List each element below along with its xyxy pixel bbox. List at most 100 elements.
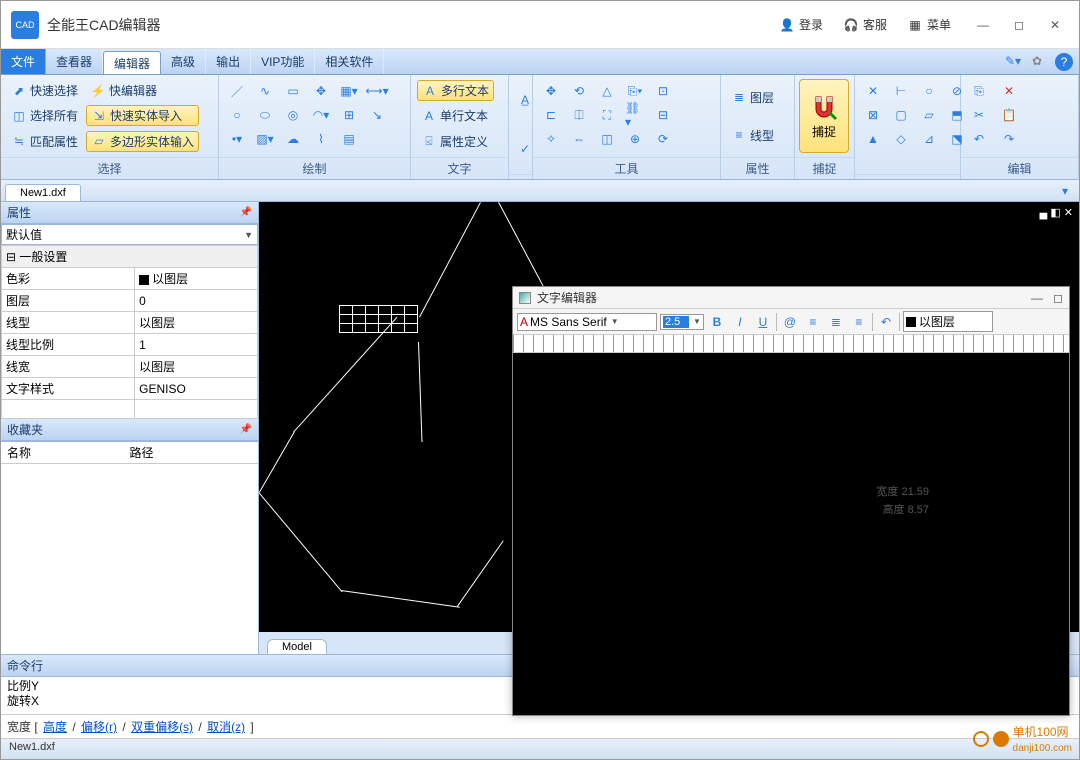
snap-ins-icon[interactable]: ◇: [891, 129, 911, 149]
tool-a-icon[interactable]: A̲: [515, 90, 535, 110]
cmd-prompt[interactable]: 宽度 [ 高度 / 偏移(r) / 双重偏移(s) / 取消(z) ]: [1, 715, 1079, 739]
edit-copy-icon[interactable]: ⎘: [969, 81, 989, 101]
prop-val[interactable]: 0: [135, 290, 258, 312]
tab-related[interactable]: 相关软件: [315, 49, 384, 74]
offset-icon[interactable]: ◫: [597, 129, 617, 149]
ellipse-icon[interactable]: ⬭: [255, 105, 275, 125]
prop-val[interactable]: 1: [135, 334, 258, 356]
prop-val[interactable]: GENISO: [135, 378, 258, 400]
tab-file[interactable]: 文件: [1, 49, 46, 74]
mirror-icon[interactable]: ⎅: [569, 105, 589, 125]
copy-icon[interactable]: ⎘▾: [625, 81, 645, 101]
close-button[interactable]: ✕: [1041, 13, 1069, 37]
snap-par-icon[interactable]: ⊿: [919, 129, 939, 149]
rect-icon[interactable]: ▭: [283, 81, 303, 101]
trim-icon[interactable]: △: [597, 81, 617, 101]
size-input[interactable]: [663, 316, 689, 328]
select-all[interactable]: ◫选择所有: [7, 105, 82, 126]
prop-val[interactable]: 以图层: [135, 268, 258, 290]
align-icon[interactable]: ⊏: [541, 105, 561, 125]
leader-icon[interactable]: ↘: [367, 105, 387, 125]
line-icon[interactable]: ／: [227, 81, 247, 101]
spline-icon[interactable]: ⌇: [311, 129, 331, 149]
menu-button[interactable]: ▦菜单: [897, 12, 961, 37]
at-icon[interactable]: @: [780, 312, 800, 332]
circle-icon[interactable]: ○: [227, 105, 247, 125]
layer-button[interactable]: ≣图层: [727, 87, 778, 108]
cmd-link[interactable]: 双重偏移(s): [131, 720, 193, 734]
layer-color-select[interactable]: 以图层: [903, 311, 993, 332]
italic-icon[interactable]: I: [730, 312, 750, 332]
edit-paste-icon[interactable]: 📋: [999, 105, 1019, 125]
pen-icon[interactable]: ✎▾: [1005, 53, 1021, 69]
viewport-controls[interactable]: ▄ ◧ ✕: [1039, 206, 1073, 219]
explode-icon[interactable]: ✧: [541, 129, 561, 149]
align-center-icon[interactable]: ≣: [826, 312, 846, 332]
move-icon[interactable]: ✥: [311, 81, 331, 101]
pin-icon[interactable]: 📌: [240, 207, 252, 218]
dim-icon[interactable]: ⟷▾: [367, 81, 387, 101]
edit-del-icon[interactable]: ✕: [999, 81, 1019, 101]
te-min-icon[interactable]: —: [1031, 291, 1043, 305]
te-titlebar[interactable]: 文字编辑器 —◻: [513, 287, 1069, 309]
snap-button[interactable]: 捕捉: [799, 79, 849, 153]
snap-int-icon[interactable]: ⊠: [863, 105, 883, 125]
snap-end-icon[interactable]: ✕: [863, 81, 883, 101]
group-icon[interactable]: ⊟: [653, 105, 673, 125]
prop-val[interactable]: 以图层: [135, 312, 258, 334]
bold-icon[interactable]: B: [707, 312, 727, 332]
quick-import[interactable]: ⇲快速实体导入: [86, 105, 199, 126]
align-right-icon[interactable]: ≡: [849, 312, 869, 332]
cloud-icon[interactable]: ☁: [283, 129, 303, 149]
minimize-button[interactable]: —: [969, 13, 997, 37]
size-select[interactable]: ▼: [660, 314, 704, 330]
login-button[interactable]: 👤登录: [769, 12, 833, 37]
cmd-link[interactable]: 偏移(r): [81, 720, 117, 734]
te-ruler[interactable]: [513, 335, 1069, 353]
align-left-icon[interactable]: ≡: [803, 312, 823, 332]
edit-redo-icon[interactable]: ↷: [999, 129, 1019, 149]
quick-select[interactable]: ⬈快速选择: [7, 80, 82, 101]
linetype-button[interactable]: ≡线型: [727, 125, 778, 146]
underline-icon[interactable]: U: [753, 312, 773, 332]
help-button[interactable]: ?: [1055, 53, 1073, 71]
multiline-text[interactable]: A多行文本: [417, 80, 494, 101]
prop-group[interactable]: ⊟ 一般设置: [2, 246, 258, 268]
arc-icon[interactable]: ◠▾: [311, 105, 331, 125]
point-icon[interactable]: •▾: [227, 129, 247, 149]
rotate-icon[interactable]: ⟲: [569, 81, 589, 101]
model-tab[interactable]: Model: [267, 639, 327, 654]
scale-icon[interactable]: ⛶: [597, 105, 617, 125]
polygon-input[interactable]: ▱多边形实体输入: [86, 131, 199, 152]
prop-val[interactable]: 以图层: [135, 356, 258, 378]
pan-icon[interactable]: ✥: [541, 81, 561, 101]
singleline-text[interactable]: A单行文本: [417, 105, 494, 126]
polyline-icon[interactable]: ∿: [255, 81, 275, 101]
quick-editor[interactable]: ⚡快编辑器: [86, 80, 199, 101]
gear-icon[interactable]: ✿: [1029, 53, 1045, 69]
tab-editor[interactable]: 编辑器: [103, 51, 161, 74]
default-combo[interactable]: 默认值▼: [1, 224, 258, 245]
cmd-link[interactable]: 高度: [43, 720, 67, 734]
service-button[interactable]: 🎧客服: [833, 12, 897, 37]
edit-undo-icon[interactable]: ↶: [969, 129, 989, 149]
tab-viewer[interactable]: 查看器: [46, 49, 103, 74]
array-icon[interactable]: ▦▾: [339, 81, 359, 101]
font-select[interactable]: AMS Sans Serif▼: [517, 313, 657, 331]
doc-tab[interactable]: New1.dxf: [5, 184, 81, 201]
break-icon[interactable]: ⛓▾: [625, 105, 645, 125]
tool-spell-icon[interactable]: ✓: [515, 139, 535, 159]
tab-advanced[interactable]: 高级: [161, 49, 206, 74]
edit-cut-icon[interactable]: ✂: [969, 105, 989, 125]
undo-icon[interactable]: ↶: [876, 312, 896, 332]
ring-icon[interactable]: ◎: [283, 105, 303, 125]
pin-icon[interactable]: 📌: [240, 424, 252, 435]
text-editor-window[interactable]: 文字编辑器 —◻ AMS Sans Serif▼ ▼ B I U @ ≡ ≣ ≡…: [512, 286, 1070, 716]
match-props[interactable]: ≒匹配属性: [7, 131, 82, 152]
table-icon[interactable]: ▤: [339, 129, 359, 149]
attr-define[interactable]: ⍃属性定义: [417, 131, 494, 152]
snap-quad-icon[interactable]: ▱: [919, 105, 939, 125]
snap-cen-icon[interactable]: ○: [919, 81, 939, 101]
hatch-icon[interactable]: ▨▾: [255, 129, 275, 149]
maximize-button[interactable]: ◻: [1005, 13, 1033, 37]
